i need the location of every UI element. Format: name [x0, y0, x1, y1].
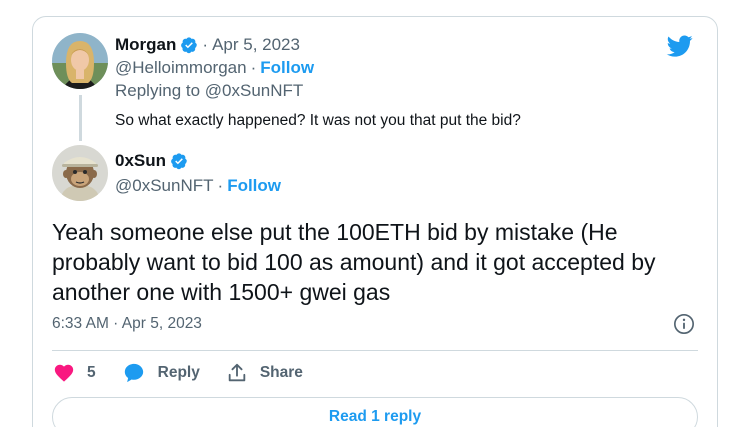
- author-name[interactable]: Morgan: [115, 34, 176, 56]
- follow-button[interactable]: Follow: [260, 58, 314, 77]
- avatar-morgan[interactable]: [52, 33, 108, 89]
- parent-tweet-header: Morgan · Apr 5, 2023: [115, 34, 300, 56]
- author-handle[interactable]: @Helloimmorgan: [115, 58, 247, 77]
- twitter-bird-icon[interactable]: [665, 33, 695, 59]
- heart-icon: [54, 364, 74, 382]
- tweet-date[interactable]: Apr 5, 2023: [212, 34, 300, 56]
- avatar-0xsun[interactable]: [52, 145, 108, 201]
- tweet-card: Morgan · Apr 5, 2023 @Helloimmorgan · Foll…: [32, 16, 718, 427]
- read-replies-button[interactable]: Read 1 reply: [52, 397, 698, 427]
- like-count: 5: [87, 364, 96, 381]
- verified-badge-icon: [181, 37, 198, 54]
- replying-to: Replying to @0xSunNFT: [115, 81, 304, 100]
- reply-label: Reply: [157, 364, 200, 381]
- reply-button[interactable]: Reply: [122, 362, 200, 384]
- main-tweet-text: Yeah someone else put the 100ETH bid by …: [52, 219, 656, 305]
- info-icon[interactable]: [673, 313, 695, 335]
- share-button[interactable]: Share: [226, 362, 303, 384]
- tweet-timestamp[interactable]: 6:33 AM · Apr 5, 2023: [52, 315, 202, 333]
- share-label: Share: [259, 364, 303, 381]
- action-bar: 5 Reply Share: [53, 357, 329, 389]
- thread-connector: [79, 95, 82, 141]
- verified-badge-icon: [171, 153, 187, 170]
- main-handle-row: @0xSunNFT · Follow: [115, 176, 282, 195]
- follow-button[interactable]: Follow: [227, 176, 281, 195]
- reply-bubble-icon: [124, 363, 143, 383]
- parent-tweet-text: So what exactly happened? It was not you…: [115, 112, 521, 129]
- divider: [52, 350, 698, 351]
- parent-handle-row: @Helloimmorgan · Follow: [115, 58, 315, 77]
- main-tweet-header: 0xSun: [115, 150, 188, 172]
- author-name[interactable]: 0xSun: [115, 150, 166, 172]
- like-button[interactable]: 5: [53, 362, 96, 384]
- author-handle[interactable]: @0xSunNFT: [115, 176, 214, 195]
- share-icon: [228, 363, 246, 382]
